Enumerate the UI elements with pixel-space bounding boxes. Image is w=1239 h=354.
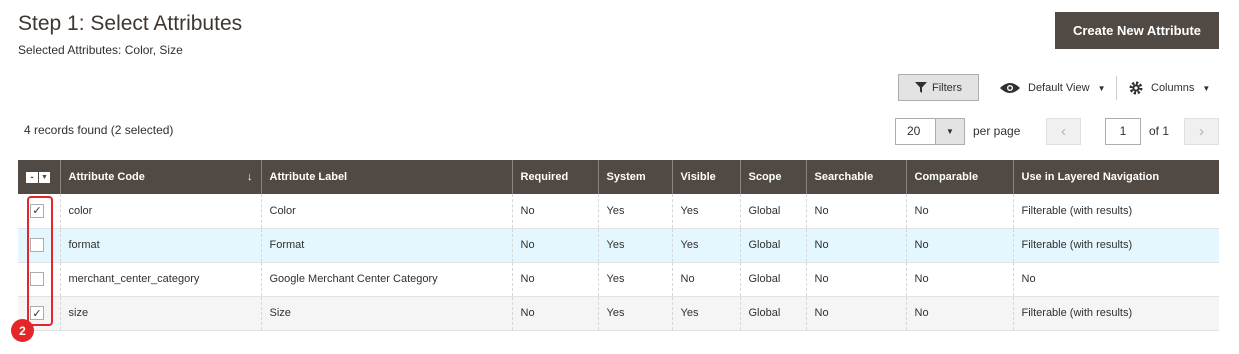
column-header-searchable[interactable]: Searchable	[805, 160, 906, 194]
column-header-required[interactable]: Required	[511, 160, 598, 194]
table-cell: No	[511, 262, 598, 296]
records-count: 4 records found (2 selected)	[24, 123, 174, 137]
step-badge: 2	[11, 319, 34, 342]
table-cell: size	[59, 296, 261, 330]
chevron-down-icon[interactable]: ▼	[935, 119, 964, 144]
table-cell: No	[511, 228, 598, 262]
columns-dropdown[interactable]: Columns ▼	[1129, 78, 1210, 98]
chevron-down-icon[interactable]: ▼	[39, 172, 50, 184]
mass-select-checkbox[interactable]: -	[26, 172, 38, 184]
previous-page-button[interactable]: ‹	[1046, 118, 1081, 145]
table-cell: merchant_center_category	[59, 262, 261, 296]
table-cell: color	[59, 194, 261, 228]
table-cell: Filterable (with results)	[1012, 296, 1219, 330]
table-cell: Global	[739, 262, 806, 296]
attributes-grid: - ▼ Attribute Code ↓ Attribute Label Requi…	[18, 160, 1219, 331]
page-number-input[interactable]: 1	[1105, 118, 1141, 145]
selected-attributes-summary: Selected Attributes: Color, Size	[18, 43, 183, 57]
table-cell: No	[671, 262, 740, 296]
column-header-comparable[interactable]: Comparable	[905, 160, 1013, 194]
column-header-system[interactable]: System	[597, 160, 672, 194]
table-row[interactable]: format Format No Yes Yes Global No No Fi…	[18, 228, 1219, 262]
filters-button[interactable]: Filters	[898, 74, 979, 101]
table-cell: format	[59, 228, 261, 262]
table-cell: No	[805, 228, 906, 262]
chevron-left-icon: ‹	[1061, 123, 1066, 140]
sort-arrow-icon: ↓	[247, 171, 253, 183]
table-cell: No	[805, 194, 906, 228]
table-row[interactable]: ✓ color Color No Yes Yes Global No No Fi…	[18, 194, 1219, 228]
table-cell: Global	[739, 228, 806, 262]
default-view-label: Default View	[1028, 82, 1090, 94]
page-title: Step 1: Select Attributes	[18, 12, 243, 35]
mass-select-header[interactable]: - ▼	[18, 160, 60, 194]
chevron-down-icon: ▼	[1097, 83, 1106, 93]
table-cell: No	[1012, 262, 1219, 296]
table-cell: Global	[739, 194, 806, 228]
table-cell: No	[905, 194, 1013, 228]
table-cell: Yes	[671, 296, 740, 330]
table-cell: No	[511, 296, 598, 330]
table-cell: Yes	[597, 228, 672, 262]
column-header-attribute-code[interactable]: Attribute Code ↓	[59, 160, 261, 194]
eye-icon	[1000, 83, 1020, 93]
table-cell: Yes	[597, 262, 672, 296]
page-size-select[interactable]: 20 ▼	[895, 118, 965, 145]
gear-icon	[1129, 81, 1143, 95]
table-row[interactable]: merchant_center_category Google Merchant…	[18, 262, 1219, 296]
table-cell: Google Merchant Center Category	[260, 262, 512, 296]
table-cell: Yes	[597, 194, 672, 228]
column-header-layered-navigation[interactable]: Use in Layered Navigation	[1012, 160, 1219, 194]
table-row[interactable]: ✓ size Size No Yes Yes Global No No Filt…	[18, 296, 1219, 330]
checkbox-column-highlight	[27, 196, 53, 326]
mass-select-control[interactable]: - ▼	[26, 172, 50, 184]
table-cell: Size	[260, 296, 512, 330]
table-cell: Filterable (with results)	[1012, 228, 1219, 262]
table-cell: Yes	[597, 296, 672, 330]
filter-icon	[915, 82, 928, 93]
column-header-attribute-label[interactable]: Attribute Label	[260, 160, 512, 194]
table-cell: Format	[260, 228, 512, 262]
page-size-value: 20	[907, 124, 921, 138]
chevron-down-icon: ▼	[1202, 83, 1211, 93]
column-header-scope[interactable]: Scope	[739, 160, 806, 194]
chevron-right-icon: ›	[1199, 123, 1204, 140]
toolbar-divider	[1116, 76, 1117, 100]
filters-label: Filters	[932, 81, 962, 94]
table-cell: No	[905, 228, 1013, 262]
table-cell: No	[905, 296, 1013, 330]
table-cell: No	[805, 262, 906, 296]
create-new-attribute-button[interactable]: Create New Attribute	[1055, 12, 1219, 49]
table-cell: Global	[739, 296, 806, 330]
total-pages-label: of 1	[1149, 124, 1170, 138]
columns-label: Columns	[1151, 82, 1195, 94]
table-cell: No	[805, 296, 906, 330]
column-header-visible[interactable]: Visible	[671, 160, 740, 194]
table-cell: No	[511, 194, 598, 228]
column-label: Attribute Code	[68, 171, 145, 183]
table-cell: Yes	[671, 228, 740, 262]
table-cell: Yes	[671, 194, 740, 228]
table-cell: No	[905, 262, 1013, 296]
grid-header-row: - ▼ Attribute Code ↓ Attribute Label Requi…	[18, 160, 1219, 194]
next-page-button[interactable]: ›	[1184, 118, 1219, 145]
table-cell: Filterable (with results)	[1012, 194, 1219, 228]
per-page-label: per page	[973, 124, 1021, 138]
default-view-dropdown[interactable]: Default View ▼	[1000, 78, 1105, 98]
table-cell: Color	[260, 194, 512, 228]
